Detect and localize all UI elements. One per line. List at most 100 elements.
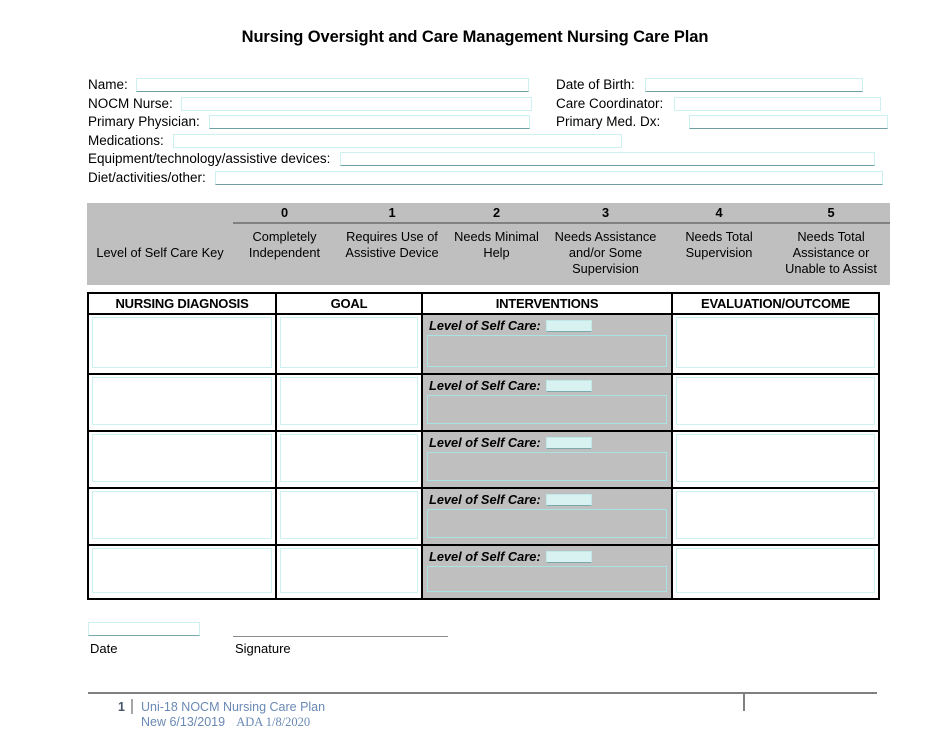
input-interventions[interactable]	[427, 452, 667, 481]
cell-nursing-diagnosis	[87, 430, 277, 489]
care-plan-row: Level of Self Care:	[87, 544, 880, 600]
care-plan-row: Level of Self Care:	[87, 430, 880, 489]
cell-evaluation-outcome	[671, 313, 880, 375]
input-primary-physician[interactable]	[209, 115, 531, 129]
key-number-3: 3	[545, 203, 666, 224]
care-plan-table: NURSING DIAGNOSIS GOAL INTERVENTIONS EVA…	[87, 292, 880, 600]
signature-line[interactable]	[233, 636, 448, 637]
input-medications[interactable]	[173, 133, 623, 148]
label-primary-med-dx: Primary Med. Dx:	[556, 114, 661, 129]
key-number-1: 1	[336, 203, 448, 224]
column-header-evaluation-outcome: EVALUATION/OUTCOME	[671, 292, 880, 315]
input-nursing-diagnosis[interactable]	[92, 491, 272, 539]
input-level-of-self-care[interactable]	[545, 319, 592, 332]
input-goal[interactable]	[280, 548, 418, 593]
input-interventions[interactable]	[427, 566, 667, 592]
cell-goal	[275, 487, 423, 546]
input-diet[interactable]	[215, 170, 884, 185]
label-care-coordinator: Care Coordinator:	[556, 95, 664, 111]
label-name: Name:	[88, 77, 128, 92]
cell-evaluation-outcome	[671, 544, 880, 600]
input-level-of-self-care[interactable]	[545, 436, 592, 449]
input-goal[interactable]	[280, 377, 418, 425]
cell-goal	[275, 544, 423, 600]
cell-nursing-diagnosis	[87, 373, 277, 432]
key-number-4: 4	[666, 203, 772, 224]
form-row-nocm-nurse: NOCM Nurse: Care Coordinator:	[88, 95, 893, 114]
footer-page-number: 1	[118, 700, 125, 714]
key-description-4: Needs Total Supervision	[685, 229, 753, 260]
care-plan-header-row: NURSING DIAGNOSIS GOAL INTERVENTIONS EVA…	[87, 292, 880, 315]
input-interventions[interactable]	[427, 395, 667, 424]
input-evaluation-outcome[interactable]	[676, 317, 875, 368]
form-subrow-dob: Date of Birth:	[556, 76, 864, 94]
key-description-0: Completely Independent	[248, 229, 321, 260]
care-plan-row: Level of Self Care:	[87, 313, 880, 375]
input-date-of-birth[interactable]	[645, 78, 864, 92]
input-nursing-diagnosis[interactable]	[92, 317, 272, 368]
level-of-self-care-key: 0 1 2 3 4 5 Level of Self Care Key Compl…	[87, 203, 890, 285]
footer-revision-dates: New 6/13/2019 ADA 1/8/2020	[141, 715, 310, 730]
input-goal[interactable]	[280, 434, 418, 482]
column-header-interventions: INTERVENTIONS	[421, 292, 673, 315]
form-row-diet: Diet/activities/other:	[88, 169, 893, 188]
cell-goal	[275, 313, 423, 375]
level-of-self-care-row: Level of Self Care:	[423, 489, 671, 509]
input-interventions[interactable]	[427, 335, 667, 367]
input-nursing-diagnosis[interactable]	[92, 548, 272, 593]
input-evaluation-outcome[interactable]	[676, 548, 875, 593]
form-row-medications: Medications:	[88, 132, 893, 151]
input-evaluation-outcome[interactable]	[676, 434, 875, 482]
label-equipment: Equipment/technology/assistive devices:	[88, 151, 331, 166]
footer-pageno-divider	[131, 699, 133, 714]
key-description-2: Needs Minimal Help	[454, 229, 539, 260]
input-evaluation-outcome[interactable]	[676, 377, 875, 425]
level-of-self-care-row: Level of Self Care:	[423, 432, 671, 452]
label-level-of-self-care: Level of Self Care:	[429, 318, 541, 333]
form-row-name: Name: Date of Birth:	[88, 76, 893, 95]
input-goal[interactable]	[280, 317, 418, 368]
label-diet: Diet/activities/other:	[88, 169, 206, 185]
page-title: Nursing Oversight and Care Management Nu…	[241, 28, 709, 46]
input-level-of-self-care[interactable]	[545, 550, 592, 563]
key-number-5: 5	[772, 203, 890, 224]
input-date[interactable]	[88, 622, 200, 636]
input-care-coordinator[interactable]	[673, 96, 881, 111]
form-subrow-care-coordinator: Care Coordinator:	[556, 95, 881, 113]
form-subrow-primary-med-dx: Primary Med. Dx:	[556, 113, 888, 131]
cell-interventions: Level of Self Care:	[421, 544, 673, 600]
label-primary-physician: Primary Physician:	[88, 114, 200, 129]
label-date: Date	[90, 641, 118, 656]
input-nursing-diagnosis[interactable]	[92, 434, 272, 482]
key-title: Level of Self Care Key	[96, 245, 224, 260]
column-header-goal: GOAL	[275, 292, 423, 315]
footer-document-name: Uni-18 NOCM Nursing Care Plan	[141, 700, 326, 714]
patient-info-form: Name: Date of Birth: NOCM Nurse: Care Co…	[88, 76, 893, 187]
label-level-of-self-care: Level of Self Care:	[429, 492, 541, 507]
input-primary-med-dx[interactable]	[688, 115, 888, 129]
input-level-of-self-care[interactable]	[545, 379, 592, 392]
input-interventions[interactable]	[427, 509, 667, 538]
cell-evaluation-outcome	[671, 430, 880, 489]
input-nursing-diagnosis[interactable]	[92, 377, 272, 425]
input-equipment[interactable]	[339, 152, 875, 166]
input-nocm-nurse[interactable]	[181, 96, 533, 111]
input-goal[interactable]	[280, 491, 418, 539]
footer-new-date: New 6/13/2019	[141, 715, 226, 729]
key-corner-blank	[87, 203, 233, 224]
label-level-of-self-care: Level of Self Care:	[429, 549, 541, 564]
level-of-self-care-row: Level of Self Care:	[423, 315, 671, 335]
input-level-of-self-care[interactable]	[545, 493, 592, 506]
footer-divider-rule	[88, 692, 877, 694]
input-evaluation-outcome[interactable]	[676, 491, 875, 539]
input-name[interactable]	[136, 78, 530, 92]
label-signature: Signature	[235, 641, 291, 656]
label-nocm-nurse: NOCM Nurse:	[88, 95, 173, 111]
cell-interventions: Level of Self Care:	[421, 373, 673, 432]
form-row-primary-physician: Primary Physician: Primary Med. Dx:	[88, 113, 893, 132]
label-date-of-birth: Date of Birth:	[556, 77, 635, 92]
cell-goal	[275, 430, 423, 489]
label-medications: Medications:	[88, 132, 164, 148]
cell-nursing-diagnosis	[87, 487, 277, 546]
cell-interventions: Level of Self Care:	[421, 487, 673, 546]
